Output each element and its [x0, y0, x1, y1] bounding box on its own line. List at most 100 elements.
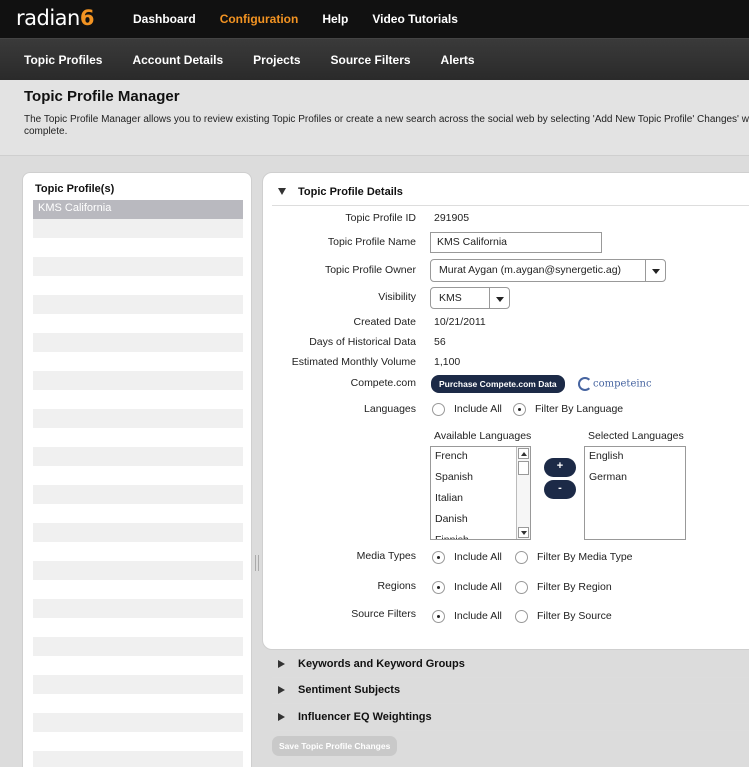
topic-list-empty-row [33, 314, 243, 333]
nav-video-tutorials[interactable]: Video Tutorials [372, 12, 458, 26]
topic-list-empty-row [33, 599, 243, 618]
panel-splitter-handle[interactable] [255, 555, 259, 571]
available-languages-list[interactable]: French Spanish Italian Danish Finnish [430, 446, 531, 540]
visibility-label: Visibility [378, 291, 416, 303]
section-title: Sentiment Subjects [298, 684, 401, 696]
chevron-down-icon [489, 288, 509, 308]
topic-list-empty-row [33, 485, 243, 504]
languages-label: Languages [364, 403, 416, 415]
topic-list-empty-row [33, 428, 243, 447]
topic-profile-id-label: Topic Profile ID [345, 212, 416, 224]
topic-list-empty-row [33, 390, 243, 409]
media-filter-radio[interactable] [515, 551, 528, 564]
scroll-up-icon[interactable] [518, 448, 529, 459]
top-bar: radian6 Dashboard Configuration Help Vid… [0, 0, 749, 38]
selected-languages-list[interactable]: English German [584, 446, 686, 540]
source-filter-radio[interactable] [515, 610, 528, 623]
media-include-all-radio[interactable] [432, 551, 445, 564]
section-header-keywords[interactable]: Keywords and Keyword Groups [272, 652, 749, 678]
regions-include-all-label: Include All [454, 581, 502, 593]
tab-account-details[interactable]: Account Details [132, 53, 223, 67]
created-date-value: 10/21/2011 [434, 316, 486, 328]
page-description: The Topic Profile Manager allows you to … [24, 114, 749, 137]
topic-list-item[interactable]: KMS California [33, 200, 243, 219]
section-title: Influencer EQ Weightings [298, 711, 432, 723]
sub-nav: Topic Profiles Account Details Projects … [24, 53, 505, 67]
languages-include-all-label: Include All [454, 403, 502, 415]
page-header: Topic Profile Manager The Topic Profile … [0, 80, 749, 156]
media-filter-label: Filter By Media Type [537, 551, 633, 563]
topic-list-empty-row [33, 352, 243, 371]
save-topic-profile-button[interactable]: Save Topic Profile Changes [272, 736, 398, 756]
media-types-label: Media Types [356, 550, 416, 562]
expand-triangle-icon [278, 713, 285, 721]
expand-triangle-icon [278, 686, 285, 694]
radian6-logo[interactable]: radian6 [16, 6, 94, 30]
monthly-volume-value: 1,100 [434, 356, 461, 368]
logo-text: radian [16, 6, 80, 30]
compete-logo: competeinc [578, 377, 652, 391]
topic-list-empty-row [33, 656, 243, 675]
section-header-sentiment[interactable]: Sentiment Subjects [272, 678, 749, 704]
sub-bar: Topic Profiles Account Details Projects … [0, 38, 749, 80]
topic-list-empty-row [33, 466, 243, 485]
regions-include-all-radio[interactable] [432, 581, 445, 594]
topic-profile-owner-label: Topic Profile Owner [324, 264, 416, 276]
topic-list-empty-row [33, 694, 243, 713]
topic-list: KMS California [33, 200, 243, 767]
section-title: Topic Profile Details [298, 186, 403, 198]
remove-language-button[interactable]: - [544, 480, 576, 499]
regions-filter-label: Filter By Region [537, 581, 612, 593]
topic-list-empty-row [33, 504, 243, 523]
topic-list-empty-row [33, 238, 243, 257]
scroll-down-icon[interactable] [518, 527, 529, 538]
owner-select-value: Murat Aygan (m.aygan@synergetic.ag) [439, 264, 622, 276]
purchase-compete-data-button[interactable]: Purchase Compete.com Data [431, 375, 565, 393]
top-nav: Dashboard Configuration Help Video Tutor… [133, 12, 482, 26]
scroll-thumb[interactable] [518, 461, 529, 475]
tab-alerts[interactable]: Alerts [441, 53, 475, 67]
topic-list-empty-row [33, 295, 243, 314]
topic-list-empty-row [33, 732, 243, 751]
source-filter-label: Filter By Source [537, 610, 612, 622]
visibility-select-value: KMS [439, 292, 462, 304]
list-item[interactable]: English [585, 447, 685, 468]
historical-data-value: 56 [434, 336, 446, 348]
topic-list-empty-row [33, 561, 243, 580]
languages-include-all-radio[interactable] [432, 403, 445, 416]
source-include-all-radio[interactable] [432, 610, 445, 623]
topic-list-empty-row [33, 751, 243, 767]
topic-profile-name-input[interactable]: KMS California [430, 232, 602, 253]
topic-list-empty-row [33, 675, 243, 694]
topic-list-empty-row [33, 257, 243, 276]
section-header-influencer[interactable]: Influencer EQ Weightings [272, 705, 749, 731]
list-scrollbar[interactable] [516, 447, 530, 539]
collapse-triangle-icon [278, 188, 286, 195]
nav-configuration[interactable]: Configuration [220, 12, 299, 26]
regions-filter-radio[interactable] [515, 581, 528, 594]
topic-list-empty-row [33, 637, 243, 656]
historical-data-label: Days of Historical Data [309, 336, 416, 348]
tab-source-filters[interactable]: Source Filters [331, 53, 411, 67]
languages-filter-radio[interactable] [513, 403, 526, 416]
monthly-volume-label: Estimated Monthly Volume [291, 356, 416, 368]
media-include-all-label: Include All [454, 551, 502, 563]
languages-filter-label: Filter By Language [535, 403, 624, 415]
created-date-label: Created Date [353, 316, 416, 328]
section-header-topic-profile-details[interactable]: Topic Profile Details [272, 180, 749, 206]
tab-projects[interactable]: Projects [253, 53, 300, 67]
visibility-select[interactable]: KMS [430, 287, 510, 309]
topic-list-empty-row [33, 523, 243, 542]
owner-select[interactable]: Murat Aygan (m.aygan@synergetic.ag) [430, 259, 666, 282]
add-language-button[interactable]: + [544, 458, 576, 477]
expand-triangle-icon [278, 660, 285, 668]
logo-mark: 6 [79, 6, 95, 30]
nav-help[interactable]: Help [322, 12, 348, 26]
regions-label: Regions [377, 580, 416, 592]
list-item[interactable]: German [585, 468, 685, 489]
topic-list-empty-row [33, 447, 243, 466]
compete-logo-text: competeinc [593, 378, 652, 390]
topic-list-empty-row [33, 542, 243, 561]
tab-topic-profiles[interactable]: Topic Profiles [24, 53, 102, 67]
nav-dashboard[interactable]: Dashboard [133, 12, 196, 26]
